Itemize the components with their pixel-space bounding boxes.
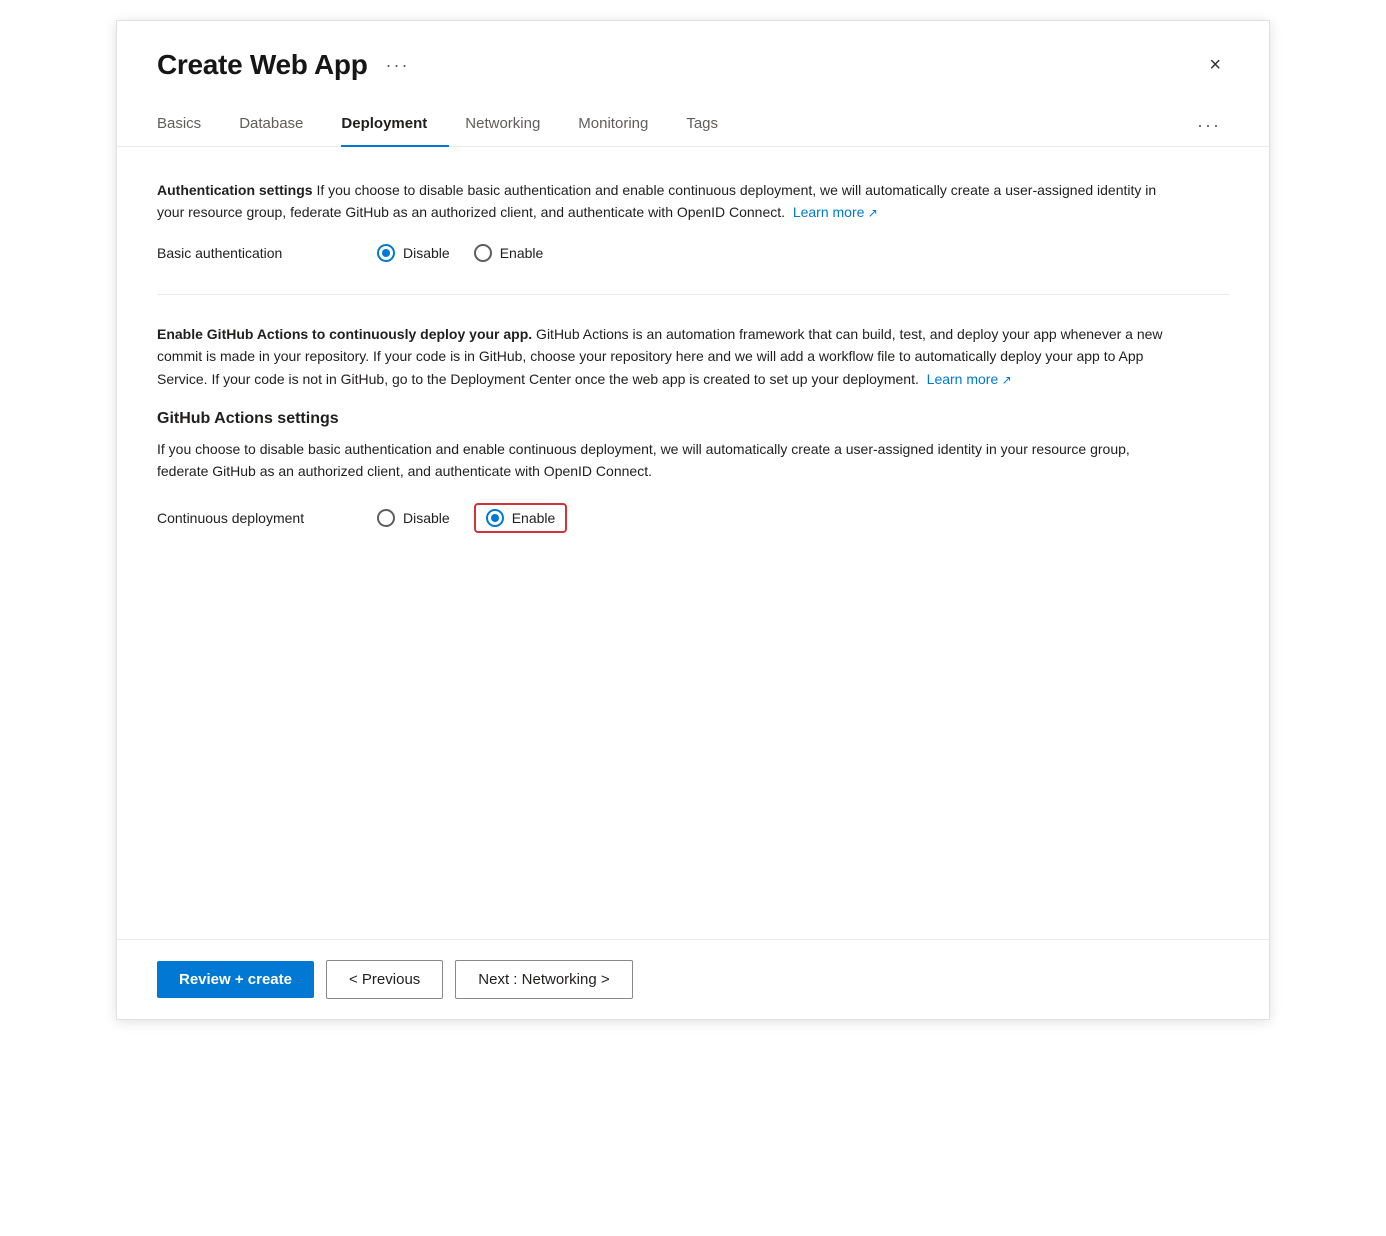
auth-settings-bold: Authentication settings: [157, 182, 313, 198]
cd-enable-label: Enable: [512, 510, 556, 526]
basic-auth-field-row: Basic authentication Disable Enable: [157, 244, 1229, 262]
cd-disable-radio[interactable]: [377, 509, 395, 527]
tab-monitoring[interactable]: Monitoring: [578, 105, 670, 146]
github-learn-more-link[interactable]: Learn more: [927, 371, 1012, 387]
basic-auth-radio-group: Disable Enable: [377, 244, 543, 262]
tab-deployment[interactable]: Deployment: [341, 105, 449, 146]
github-actions-description: Enable GitHub Actions to continuously de…: [157, 323, 1177, 390]
cd-disable-label: Disable: [403, 510, 450, 526]
basic-auth-label: Basic authentication: [157, 245, 377, 261]
continuous-deployment-radio-group: Disable Enable: [377, 503, 567, 533]
tab-database[interactable]: Database: [239, 105, 325, 146]
basic-auth-enable-label: Enable: [500, 245, 544, 261]
tab-networking[interactable]: Networking: [465, 105, 562, 146]
github-actions-settings-description: If you choose to disable basic authentic…: [157, 438, 1177, 483]
auth-settings-section: Authentication settings If you choose to…: [157, 179, 1229, 262]
header-left: Create Web App ···: [157, 49, 416, 81]
tab-basics[interactable]: Basics: [157, 105, 223, 146]
tabs-more-button[interactable]: ···: [1189, 107, 1229, 144]
tabs-navigation: Basics Database Deployment Networking Mo…: [117, 81, 1269, 147]
next-button[interactable]: Next : Networking >: [455, 960, 632, 999]
continuous-deployment-field-row: Continuous deployment Disable Enable: [157, 503, 1229, 533]
cd-disable-option[interactable]: Disable: [377, 509, 450, 527]
github-actions-bold: Enable GitHub Actions to continuously de…: [157, 326, 532, 342]
basic-auth-disable-radio[interactable]: [377, 244, 395, 262]
github-actions-settings-title: GitHub Actions settings: [157, 410, 1229, 428]
page-title: Create Web App: [157, 49, 368, 81]
auth-settings-description: Authentication settings If you choose to…: [157, 179, 1177, 224]
basic-auth-disable-radio-inner: [382, 249, 390, 257]
cd-enable-option[interactable]: Enable: [474, 503, 568, 533]
dialog-footer: Review + create < Previous Next : Networ…: [117, 939, 1269, 1019]
basic-auth-disable-label: Disable: [403, 245, 450, 261]
cd-enable-radio[interactable]: [486, 509, 504, 527]
github-actions-section: Enable GitHub Actions to continuously de…: [157, 323, 1229, 533]
basic-auth-enable-option[interactable]: Enable: [474, 244, 544, 262]
main-content: Authentication settings If you choose to…: [117, 147, 1269, 939]
dialog-header: Create Web App ··· ×: [117, 21, 1269, 81]
close-button[interactable]: ×: [1201, 50, 1229, 81]
tab-tags[interactable]: Tags: [686, 105, 740, 146]
review-create-button[interactable]: Review + create: [157, 961, 314, 998]
header-ellipsis-button[interactable]: ···: [380, 53, 416, 78]
basic-auth-disable-option[interactable]: Disable: [377, 244, 450, 262]
continuous-deployment-label: Continuous deployment: [157, 510, 377, 526]
cd-enable-radio-inner: [491, 514, 499, 522]
create-web-app-dialog: Create Web App ··· × Basics Database Dep…: [116, 20, 1270, 1020]
basic-auth-enable-radio[interactable]: [474, 244, 492, 262]
previous-button[interactable]: < Previous: [326, 960, 443, 999]
auth-learn-more-link[interactable]: Learn more: [793, 204, 878, 220]
separator-1: [157, 294, 1229, 295]
